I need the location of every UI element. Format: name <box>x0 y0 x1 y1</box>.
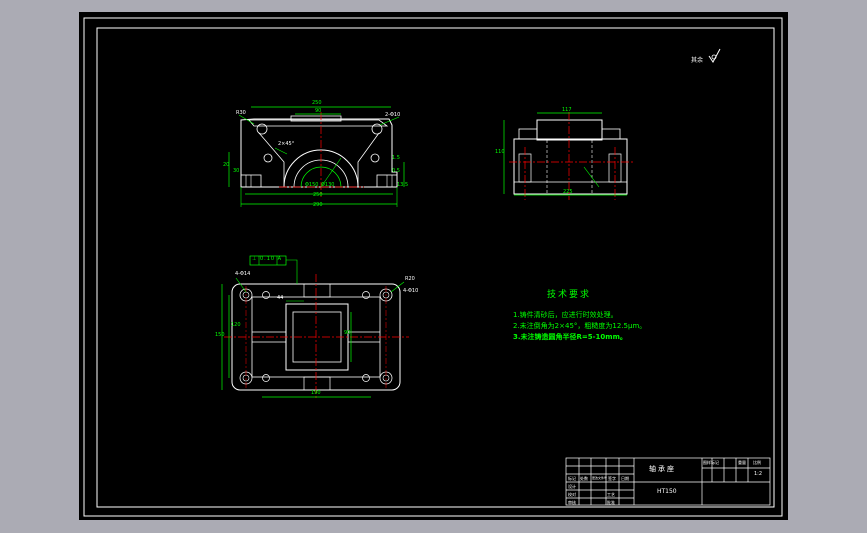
title-row-label-8: 审核 <box>568 500 576 505</box>
front-outline <box>240 118 398 188</box>
top-hole-tr2 <box>362 291 370 299</box>
title-header-label-1: 图样标记 <box>703 460 719 465</box>
side-step-left <box>518 128 538 140</box>
title-row-label-6: 设计 <box>568 484 576 489</box>
tech-req-item-3: 3.未注铸造圆角半径R=5-10mm。 <box>513 333 627 341</box>
title-part-name: 轴承座 <box>649 465 676 473</box>
title-material: HT150 <box>657 488 677 495</box>
front-side-hole-right <box>370 153 380 163</box>
front-dim-90-label: 90 <box>315 108 322 114</box>
front-side-hole-left <box>263 153 273 163</box>
side-top-block <box>536 119 603 141</box>
side-dim-225-label: 225 <box>563 189 573 195</box>
title-row-label-3: 更改文件号 <box>592 476 608 480</box>
tolerance-frame-label: ⊥ 0.10 A <box>252 256 283 262</box>
title-row-label-1: 标记 <box>568 476 576 481</box>
side-step-right <box>601 128 621 140</box>
title-row-label-7: 校对 <box>568 492 576 497</box>
front-bolt-left <box>256 123 268 135</box>
top-leader-left <box>235 277 247 293</box>
outer-frame <box>83 17 783 517</box>
front-small-dim-label: 0.5 <box>392 168 400 174</box>
front-dim-250-bottom-label: 250 <box>313 192 323 198</box>
top-hole-tl2 <box>262 291 270 299</box>
top-dim-120-label: 120 <box>231 322 241 328</box>
title-row-label-9: 工艺 <box>607 492 615 497</box>
top-dim-190-label: 190 <box>311 390 321 396</box>
front-dim-290-label: 290 <box>313 202 323 208</box>
front-chamfer-label: 1.5 <box>392 155 400 161</box>
title-row-label-4: 签字 <box>608 476 616 481</box>
tech-req-title: 技术要求 <box>547 290 592 300</box>
cad-drawing <box>83 17 783 517</box>
title-scale: 1:2 <box>754 471 763 477</box>
top-hole-bl2 <box>262 374 270 382</box>
front-radius-label: R30 <box>236 110 246 116</box>
title-header-label-3: 比例 <box>753 460 761 465</box>
front-height-side-label: 30 <box>233 168 240 174</box>
front-dim-250-top-label: 250 <box>312 100 322 106</box>
surface-mark-label: 其余 <box>691 57 704 64</box>
front-leader-bolt <box>379 116 400 126</box>
drawing-canvas[interactable]: 其余 250 90 R30 2-Φ10 2×45° Φ150 Φ130 250 … <box>79 12 788 520</box>
title-row-label-5: 日期 <box>621 476 629 481</box>
title-header-label-2: 重量 <box>738 460 746 465</box>
roughness-check-icon <box>708 48 721 63</box>
front-height-left-label: 20 <box>223 162 230 168</box>
top-hole-br2 <box>362 374 370 382</box>
top-dim-150-label: 150 <box>215 332 225 338</box>
tolerance-leader <box>286 259 298 284</box>
top-dim-90-label: 90 <box>344 330 351 336</box>
title-row-label-10: 批准 <box>607 500 615 505</box>
top-holes-right-label: 4-Φ10 <box>403 288 419 294</box>
front-bore-small-label: Φ130 <box>321 182 335 188</box>
top-radius-label: R20 <box>405 276 415 282</box>
tech-req-item-2: 2.未注倒角为2×45°，粗糙度为12.5μm。 <box>513 322 647 330</box>
front-bore-label: Φ150 <box>305 182 319 188</box>
front-step-label: 13.5 <box>397 182 409 188</box>
top-inner-dim-label: 44 <box>277 295 284 301</box>
side-dim-117-label: 117 <box>562 107 572 113</box>
front-bolt-right <box>371 123 383 135</box>
top-slot-bottom <box>303 376 331 391</box>
title-row-label-2: 处数 <box>580 476 588 481</box>
side-dim-110-label: 110 <box>495 149 505 155</box>
tech-req-item-1: 1.铸件清砂后，应进行时效处理。 <box>513 311 618 319</box>
inner-frame <box>96 27 775 508</box>
front-rib-right <box>357 132 380 187</box>
top-view <box>221 255 409 400</box>
side-mark-line <box>583 166 600 188</box>
top-slot-top <box>303 283 331 298</box>
front-angle-label: 2×45° <box>278 141 295 147</box>
front-bolt-holes-label: 2-Φ10 <box>385 112 401 118</box>
top-holes-left-label: 4-Φ14 <box>235 271 251 277</box>
side-view <box>503 112 634 200</box>
